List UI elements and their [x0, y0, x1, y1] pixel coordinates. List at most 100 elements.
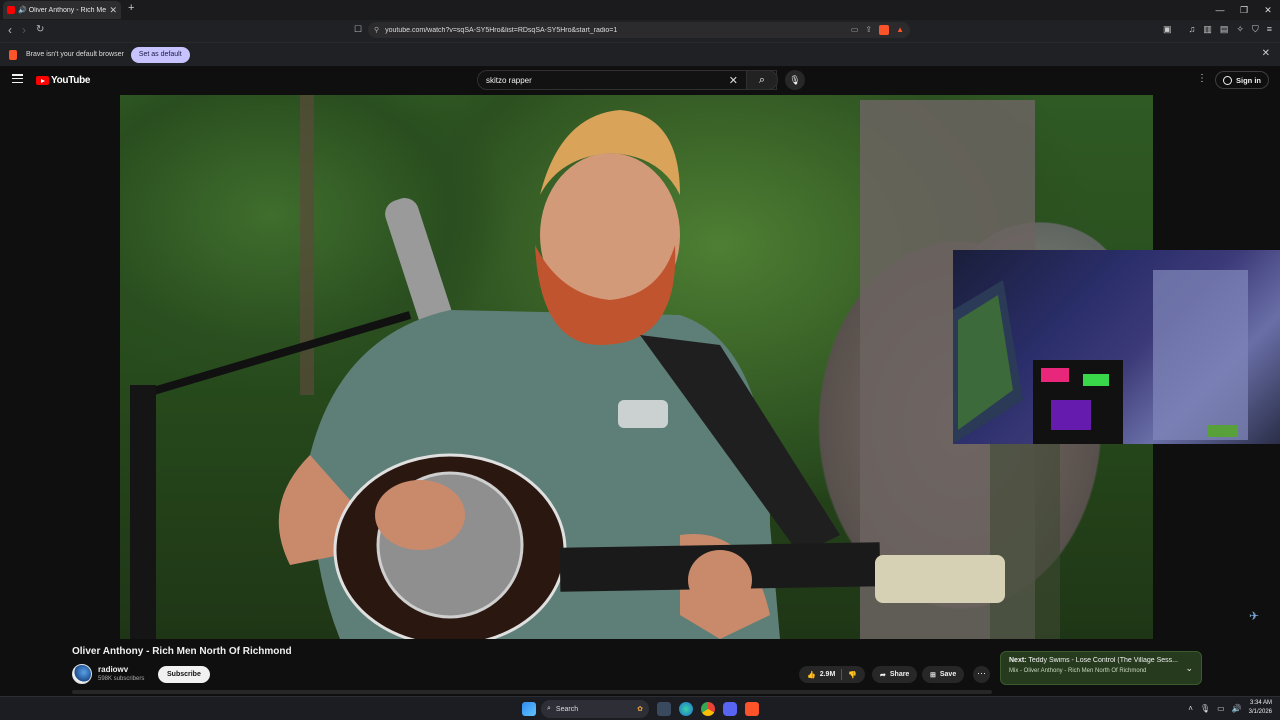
youtube-wordmark: YouTube	[51, 75, 91, 86]
save-icon: ⊞	[930, 671, 936, 679]
brave-taskbar-icon[interactable]	[745, 702, 759, 716]
share-page-icon[interactable]: ⇪	[865, 25, 872, 35]
search-input[interactable]	[486, 75, 729, 85]
search-button[interactable]: ⌕	[746, 70, 778, 90]
taskbar-search[interactable]: ⌕ Search ✿	[541, 700, 649, 718]
leo-icon[interactable]: ✧	[1236, 24, 1244, 35]
ladder	[990, 435, 1060, 639]
brave-rewards-icon[interactable]: ▲	[896, 25, 904, 35]
search-box[interactable]: ✕	[477, 70, 777, 90]
dislike-icon[interactable]: 👎	[848, 671, 857, 679]
channel-avatar[interactable]	[72, 664, 92, 684]
mic-stand	[130, 385, 156, 639]
extensions-icon[interactable]: ▣	[1163, 24, 1172, 35]
up-next-title-line: Next: Teddy Swims - Lose Control (The Vi…	[1009, 657, 1185, 664]
brave-lion-icon	[9, 49, 17, 60]
microphone-icon: 🎙	[789, 75, 801, 85]
edge-icon[interactable]	[679, 702, 693, 716]
chevron-down-icon[interactable]: ⌄	[1185, 663, 1193, 674]
address-bar[interactable]: ⚲ youtube.com/watch?v=sqSA-SY5Hro&list=R…	[368, 22, 910, 38]
wallet-icon[interactable]: ▤	[1220, 24, 1229, 35]
system-tray: ˄ 🎙 ▭ 🔊 3:34 AM 3/1/2026	[1188, 699, 1272, 717]
save-button[interactable]: ⊞ Save	[922, 666, 965, 683]
more-actions-button[interactable]: ⋯	[973, 666, 990, 683]
infobar-message: Brave isn't your default browser	[26, 51, 124, 58]
new-tab-icon[interactable]: +	[128, 2, 134, 14]
forward-icon[interactable]: ›	[22, 23, 26, 37]
clock[interactable]: 3:34 AM 3/1/2026	[1249, 699, 1272, 717]
sidebar-icon[interactable]: ▥	[1203, 24, 1212, 35]
like-dislike-group: 👍 2.9M 👎	[799, 666, 865, 683]
up-next-title: Teddy Swims - Lose Control (The Village …	[1028, 657, 1178, 664]
shirt-logo	[618, 400, 668, 428]
tab-close-icon[interactable]: ✕	[109, 5, 117, 16]
vpn-icon[interactable]: ⛉	[1252, 24, 1259, 35]
share-button[interactable]: ➦ Share	[872, 666, 918, 683]
search-icon: ⌕	[547, 705, 551, 712]
volume-icon[interactable]: 🔊	[1232, 704, 1242, 713]
rgb-light	[1041, 368, 1069, 382]
menu-icon[interactable]: ≡	[1267, 24, 1272, 35]
set-default-button[interactable]: Set as default	[130, 46, 190, 63]
save-label: Save	[939, 671, 957, 678]
brave-shields-icon[interactable]	[879, 25, 890, 35]
search-icon: ⌕	[758, 74, 766, 86]
infobar-close-icon[interactable]: ✕	[1262, 48, 1270, 59]
browser-tab-active[interactable]: 🔊 Oliver Anthony - Rich Men N ✕	[3, 1, 121, 19]
up-next-prefix: Next:	[1009, 657, 1027, 664]
clock-date: 3/1/2026	[1248, 709, 1272, 715]
minimize-icon[interactable]: —	[1208, 0, 1232, 20]
subscriber-count: 598K subscribers	[98, 676, 145, 682]
discord-icon[interactable]	[723, 702, 737, 716]
network-icon[interactable]: ▭	[1217, 704, 1225, 713]
headstock	[875, 555, 1005, 603]
cast-page-icon[interactable]: ▭	[851, 25, 859, 35]
description-box-edge	[72, 690, 992, 694]
url-text[interactable]: youtube.com/watch?v=sqSA-SY5Hro&list=RDs…	[385, 27, 851, 34]
windows-start-icon[interactable]	[522, 702, 536, 716]
back-icon[interactable]: ‹	[8, 23, 12, 37]
browser-right-tools: ♫ ▥ ▤ ✧ ⛉ ≡	[1189, 24, 1272, 35]
strumming-hand	[375, 480, 465, 550]
microphone-tray-icon[interactable]: 🎙	[1200, 704, 1210, 713]
youtube-logo[interactable]: YouTube	[36, 75, 91, 86]
restore-icon[interactable]: ❐	[1232, 0, 1256, 20]
task-view-icon[interactable]	[657, 702, 671, 716]
more-icon: ⋯	[977, 668, 986, 678]
fretting-hand	[688, 550, 752, 610]
desk-item	[1208, 425, 1238, 437]
bookmark-icon[interactable]: ☐	[354, 24, 362, 35]
share-icon: ➦	[880, 671, 886, 679]
window-close-icon[interactable]: ✕	[1256, 0, 1280, 20]
channel-name[interactable]: radiowv	[98, 665, 128, 674]
sign-in-label: Sign in	[1236, 75, 1261, 85]
settings-more-icon[interactable]: ⋮	[1197, 73, 1207, 84]
like-count[interactable]: 2.9M	[820, 671, 836, 678]
webcam-overlay	[953, 250, 1280, 444]
tab-title: Oliver Anthony - Rich Men N	[28, 6, 107, 14]
door	[1153, 270, 1248, 440]
clear-search-icon[interactable]: ✕	[729, 74, 738, 87]
site-info-icon[interactable]: ⚲	[374, 26, 379, 34]
sign-in-button[interactable]: Sign in	[1215, 71, 1269, 89]
search-highlight-icon: ✿	[637, 706, 643, 713]
guide-menu-icon[interactable]	[12, 74, 23, 83]
windows-taskbar: ⌕ Search ✿ ˄ 🎙 ▭ 🔊 3:34 AM 3/1/2026	[0, 696, 1280, 720]
up-next-card[interactable]: Next: Teddy Swims - Lose Control (The Vi…	[1000, 651, 1202, 685]
speaker-icon[interactable]: 🔊	[18, 6, 27, 14]
up-next-subtitle: Mix - Oliver Anthony - Rich Men North Of…	[1009, 668, 1147, 674]
rgb-light	[1051, 400, 1091, 430]
youtube-favicon-icon	[7, 6, 15, 14]
subscribe-button[interactable]: Subscribe	[158, 666, 210, 683]
user-icon	[1223, 75, 1232, 85]
rgb-light	[1083, 374, 1109, 386]
window-controls: — ❐ ✕	[1208, 0, 1280, 20]
media-icon[interactable]: ♫	[1189, 24, 1196, 35]
like-icon[interactable]: 👍	[807, 671, 816, 679]
chrome-icon[interactable]	[701, 702, 715, 716]
reload-icon[interactable]: ↻	[36, 24, 44, 35]
bird-watermark-icon: ✈	[1249, 609, 1260, 623]
voice-search-button[interactable]: 🎙	[785, 70, 805, 90]
tray-overflow-icon[interactable]: ˄	[1188, 704, 1193, 713]
browser-tab-bar: 🔊 Oliver Anthony - Rich Men N ✕ + — ❐ ✕	[0, 0, 1280, 20]
